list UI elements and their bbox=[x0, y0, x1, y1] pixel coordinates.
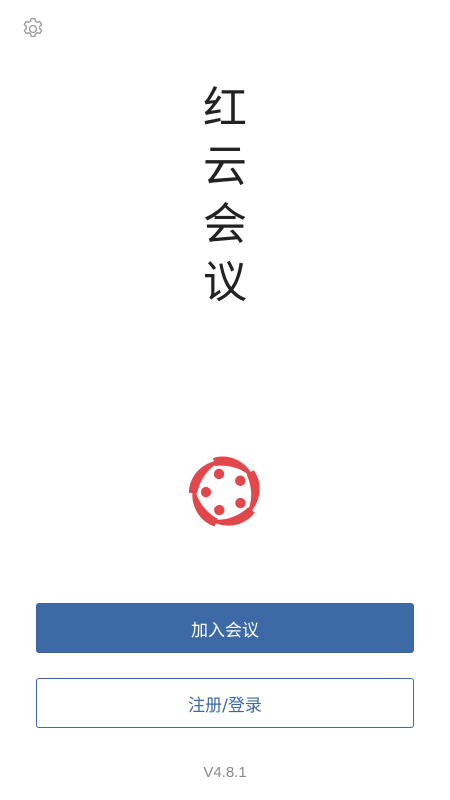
gear-icon bbox=[23, 18, 43, 38]
app-title-char: 云 bbox=[203, 141, 247, 192]
register-login-button[interactable]: 注册/登录 bbox=[36, 678, 414, 728]
version-label: V4.8.1 bbox=[203, 764, 247, 781]
app-logo bbox=[187, 454, 263, 530]
settings-button[interactable] bbox=[20, 16, 46, 42]
app-title-char: 议 bbox=[203, 257, 247, 308]
join-meeting-button[interactable]: 加入会议 bbox=[36, 603, 414, 653]
app-title-char: 会 bbox=[203, 199, 247, 250]
app-title-char: 红 bbox=[203, 83, 247, 134]
app-title: 红 云 会 议 bbox=[0, 80, 450, 312]
